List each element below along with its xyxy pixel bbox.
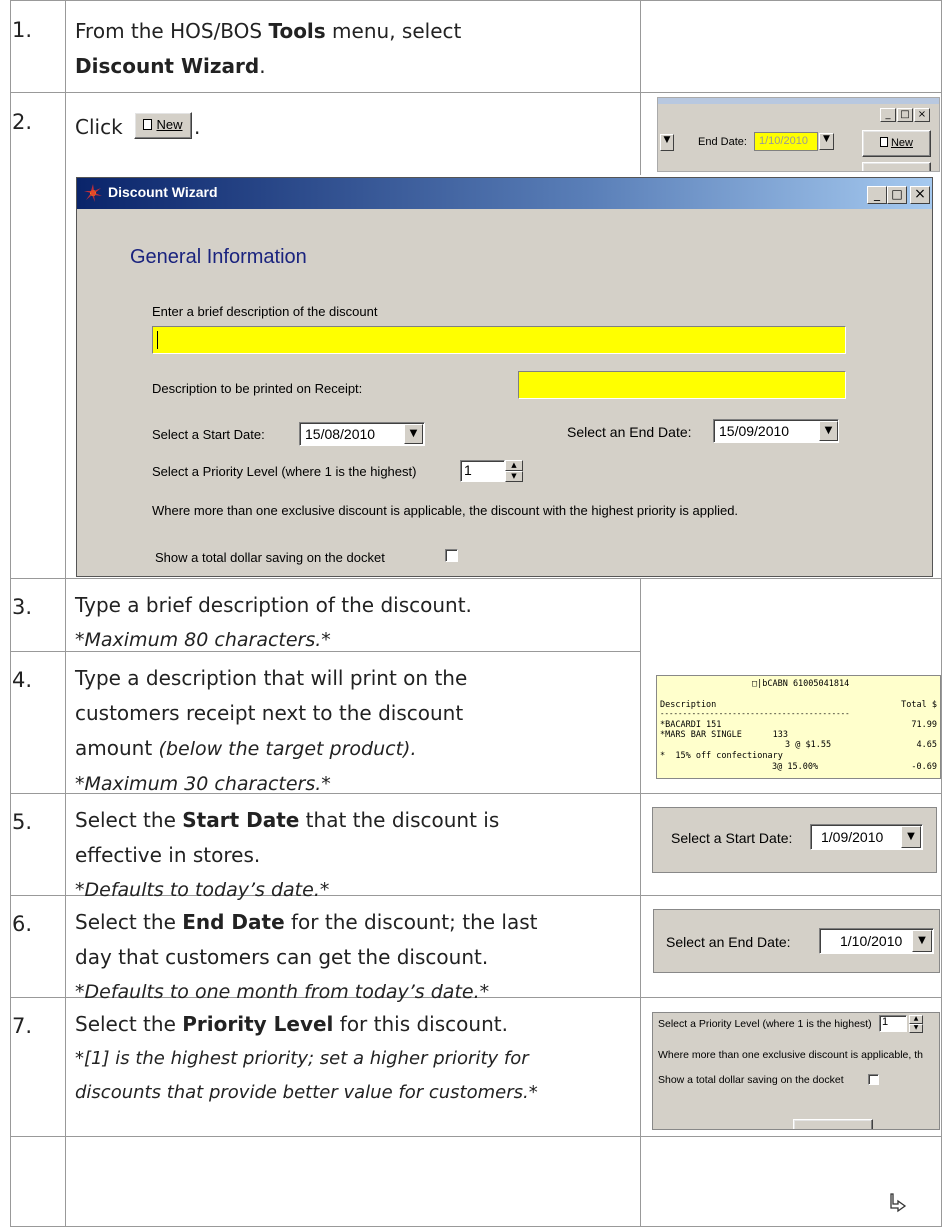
step-number: 7.	[12, 1014, 33, 1038]
receipt-value: 71.99	[911, 720, 937, 730]
receipt-description-label: Description to be printed on Receipt:	[152, 381, 363, 396]
step-text-end: .	[194, 115, 201, 139]
receipt-line: * 15% off confectionary	[660, 751, 783, 761]
minimize-icon[interactable]: _	[880, 108, 896, 122]
step-number: 5.	[12, 810, 33, 834]
new-document-icon	[879, 137, 888, 147]
section-heading: General Information	[130, 246, 307, 268]
end-date-label: Select an End Date:	[567, 424, 692, 440]
step-text: Click	[75, 115, 123, 139]
step-text: Select the Priority Level for this disco…	[75, 1012, 538, 1103]
receipt-description-input[interactable]	[518, 371, 846, 399]
receipt-screenshot: □|bCABN 61005041814 Description Total $ …	[656, 675, 941, 779]
dollar-saving-checkbox[interactable]	[445, 549, 458, 562]
step-text: Type a brief description of the discount…	[75, 593, 472, 651]
partial-button[interactable]	[793, 1119, 873, 1129]
step-number: 6.	[12, 912, 33, 936]
priority-info-text: Where more than one exclusive discount i…	[658, 1049, 923, 1061]
description-input[interactable]	[152, 326, 846, 354]
step-number: 3.	[12, 595, 33, 619]
priority-info-text: Where more than one exclusive discount i…	[152, 503, 739, 518]
receipt-line: 3@ 15.00%	[772, 762, 819, 772]
step-text: From the HOS/BOS Tools menu, select Disc…	[75, 19, 462, 78]
step-number: 2.	[12, 110, 33, 134]
start-date-label: Select a Start Date:	[671, 830, 793, 846]
chevron-down-icon[interactable]: ▼	[912, 930, 932, 952]
priority-level-spinner[interactable]: 1	[879, 1015, 907, 1032]
receipt-line: *MARS BAR SINGLE 133	[660, 730, 788, 740]
step-text: Type a description that will print on th…	[75, 666, 468, 795]
step-text: Select the End Date for the discount; th…	[75, 910, 538, 1003]
end-date-field[interactable]: 1/10/2010	[754, 132, 818, 151]
end-date-label: End Date:	[698, 136, 747, 148]
end-date-label: Select an End Date:	[666, 934, 791, 950]
receipt-line: *BACARDI 151	[660, 720, 722, 730]
receipt-value: 4.65	[916, 740, 937, 750]
chevron-down-icon[interactable]: ▼	[819, 421, 838, 441]
minimize-icon[interactable]: _	[867, 186, 887, 204]
dollar-saving-checkbox[interactable]	[868, 1074, 879, 1085]
chevron-down-icon[interactable]: ▼	[901, 826, 921, 848]
receipt-header: □|bCABN 61005041814	[752, 679, 850, 689]
step-number: 4.	[12, 668, 33, 692]
spinner-down-icon[interactable]: ▼	[909, 1024, 923, 1033]
wizard-app-icon	[84, 184, 102, 202]
chevron-down-icon[interactable]: ▼	[404, 424, 423, 444]
dollar-saving-label: Show a total dollar saving on the docket	[155, 550, 385, 565]
end-date-screenshot: Select an End Date: 1/10/2010 ▼	[653, 909, 940, 973]
receipt-rule: ----------------------------------------…	[660, 709, 850, 718]
close-icon[interactable]: ×	[914, 108, 930, 122]
spinner-up-icon[interactable]: ▲	[505, 460, 523, 471]
continue-arrow-icon	[890, 1193, 907, 1213]
priority-level-label: Select a Priority Level (where 1 is the …	[152, 464, 417, 479]
step-number: 1.	[12, 18, 33, 42]
toolbar-screenshot: _ □ × ▼ End Date: 1/10/2010 ▼ New	[657, 97, 940, 172]
discount-wizard-window: Discount Wizard _ □ × General Informatio…	[76, 177, 933, 577]
start-date-label: Select a Start Date:	[152, 427, 265, 442]
maximize-icon[interactable]: □	[887, 186, 907, 204]
dropdown-arrow-icon[interactable]: ▼	[660, 134, 674, 151]
new-button[interactable]: New	[134, 112, 192, 139]
new-document-icon	[143, 119, 153, 130]
priority-level-label: Select a Priority Level (where 1 is the …	[658, 1018, 872, 1030]
close-icon[interactable]: ×	[910, 186, 930, 204]
priority-level-spinner[interactable]: 1	[460, 460, 505, 482]
spinner-down-icon[interactable]: ▼	[505, 471, 523, 482]
receipt-line: 3 @ $1.55	[785, 740, 832, 750]
receipt-value: -0.69	[911, 762, 937, 772]
step-text: Select the Start Date that the discount …	[75, 808, 500, 901]
receipt-col-total: Total $	[901, 700, 937, 710]
window-title: Discount Wizard	[108, 184, 218, 200]
toolbar-new-button[interactable]: New	[862, 130, 931, 157]
dropdown-arrow-icon[interactable]: ▼	[819, 133, 834, 150]
spinner-up-icon[interactable]: ▲	[909, 1015, 923, 1024]
title-bar: Discount Wizard _ □ ×	[77, 178, 932, 209]
maximize-icon[interactable]: □	[897, 108, 913, 122]
priority-screenshot: Select a Priority Level (where 1 is the …	[652, 1012, 940, 1130]
start-date-screenshot: Select a Start Date: 1/09/2010 ▼	[652, 807, 937, 873]
description-label: Enter a brief description of the discoun…	[152, 304, 378, 319]
dollar-saving-label: Show a total dollar saving on the docket	[658, 1074, 844, 1086]
